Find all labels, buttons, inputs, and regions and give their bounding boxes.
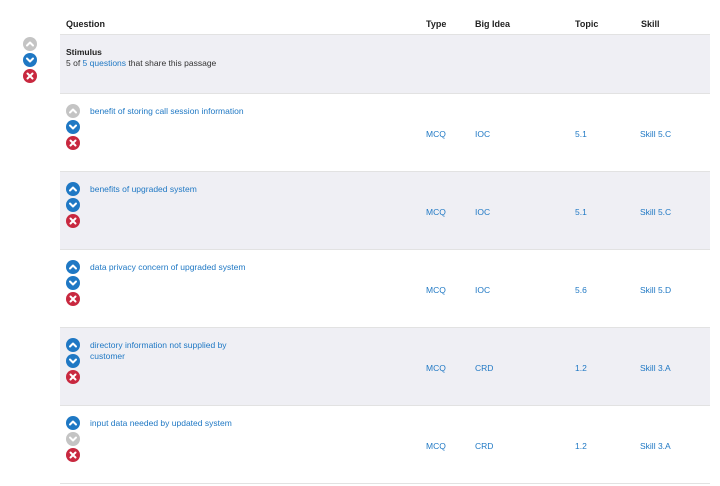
question-big-idea[interactable]: IOC <box>475 129 490 139</box>
question-big-idea[interactable]: CRD <box>475 363 493 373</box>
chevron-up-icon <box>26 41 34 47</box>
row-controls <box>66 182 80 230</box>
stimulus-questions-link[interactable]: 5 questions <box>83 58 126 68</box>
header-question: Question <box>66 19 106 29</box>
table-row: data privacy concern of upgraded system … <box>60 250 710 328</box>
questions-table: Question Type Big Idea Topic Skill Stimu… <box>60 8 710 484</box>
chevron-down-icon <box>26 57 34 63</box>
question-topic[interactable]: 5.1 <box>575 129 587 139</box>
stimulus-remove-button[interactable] <box>23 69 37 83</box>
move-up-button[interactable] <box>66 104 80 118</box>
question-link[interactable]: directory information not supplied by cu… <box>90 340 250 362</box>
close-icon <box>26 72 34 80</box>
stimulus-title: Stimulus <box>66 47 102 57</box>
move-up-button[interactable] <box>66 338 80 352</box>
question-skill[interactable]: Skill 5.C <box>640 207 671 217</box>
remove-button[interactable] <box>66 214 80 228</box>
question-link[interactable]: data privacy concern of upgraded system <box>90 262 250 273</box>
move-up-button[interactable] <box>66 416 80 430</box>
question-big-idea[interactable]: IOC <box>475 207 490 217</box>
chevron-down-icon <box>69 436 77 442</box>
remove-button[interactable] <box>66 136 80 150</box>
table-row: input data needed by updated system MCQ … <box>60 406 710 484</box>
stimulus-move-up-button[interactable] <box>23 37 37 51</box>
row-controls <box>66 416 80 464</box>
chevron-down-icon <box>69 202 77 208</box>
question-link[interactable]: input data needed by updated system <box>90 418 250 429</box>
question-type[interactable]: MCQ <box>426 363 446 373</box>
question-topic[interactable]: 1.2 <box>575 441 587 451</box>
question-link[interactable]: benefits of upgraded system <box>90 184 250 195</box>
close-icon <box>69 139 77 147</box>
move-down-button[interactable] <box>66 198 80 212</box>
close-icon <box>69 217 77 225</box>
question-big-idea[interactable]: CRD <box>475 441 493 451</box>
close-icon <box>69 451 77 459</box>
stimulus-count-prefix: 5 of <box>66 58 83 68</box>
move-down-button[interactable] <box>66 120 80 134</box>
stimulus-summary: 5 of 5 questions that share this passage <box>66 58 216 68</box>
question-topic[interactable]: 5.6 <box>575 285 587 295</box>
chevron-down-icon <box>69 124 77 130</box>
move-down-button[interactable] <box>66 276 80 290</box>
stimulus-row: Stimulus 5 of 5 questions that share thi… <box>60 35 710 94</box>
move-up-button[interactable] <box>66 182 80 196</box>
header-topic: Topic <box>575 19 599 29</box>
question-type[interactable]: MCQ <box>426 129 446 139</box>
question-type[interactable]: MCQ <box>426 285 446 295</box>
header-big-idea: Big Idea <box>475 19 511 29</box>
chevron-down-icon <box>69 358 77 364</box>
move-down-button[interactable] <box>66 432 80 446</box>
table-row: benefit of storing call session informat… <box>60 94 710 172</box>
question-skill[interactable]: Skill 3.A <box>640 363 671 373</box>
row-controls <box>66 338 80 386</box>
chevron-up-icon <box>69 264 77 270</box>
table-header: Question Type Big Idea Topic Skill <box>60 8 710 35</box>
chevron-up-icon <box>69 108 77 114</box>
row-controls <box>66 104 80 152</box>
chevron-up-icon <box>69 420 77 426</box>
remove-button[interactable] <box>66 448 80 462</box>
question-big-idea[interactable]: IOC <box>475 285 490 295</box>
stimulus-count-suffix: that share this passage <box>126 58 217 68</box>
question-type[interactable]: MCQ <box>426 207 446 217</box>
chevron-down-icon <box>69 280 77 286</box>
close-icon <box>69 295 77 303</box>
move-up-button[interactable] <box>66 260 80 274</box>
stimulus-controls <box>23 37 43 85</box>
remove-button[interactable] <box>66 292 80 306</box>
question-topic[interactable]: 5.1 <box>575 207 587 217</box>
remove-button[interactable] <box>66 370 80 384</box>
table-row: directory information not supplied by cu… <box>60 328 710 406</box>
question-skill[interactable]: Skill 5.D <box>640 285 671 295</box>
stimulus-move-down-button[interactable] <box>23 53 37 67</box>
question-skill[interactable]: Skill 3.A <box>640 441 671 451</box>
chevron-up-icon <box>69 186 77 192</box>
question-link[interactable]: benefit of storing call session informat… <box>90 106 250 117</box>
header-type: Type <box>426 19 447 29</box>
move-down-button[interactable] <box>66 354 80 368</box>
table-row: benefits of upgraded system MCQ IOC 5.1 … <box>60 172 710 250</box>
question-skill[interactable]: Skill 5.C <box>640 129 671 139</box>
question-topic[interactable]: 1.2 <box>575 363 587 373</box>
header-skill: Skill <box>641 19 660 29</box>
chevron-up-icon <box>69 342 77 348</box>
row-controls <box>66 260 80 308</box>
question-type[interactable]: MCQ <box>426 441 446 451</box>
close-icon <box>69 373 77 381</box>
